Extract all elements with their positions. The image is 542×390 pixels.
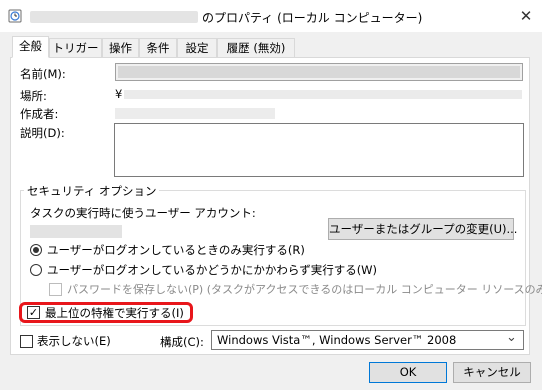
task-clock-icon bbox=[8, 9, 22, 23]
cancel-button[interactable]: キャンセル bbox=[453, 362, 531, 383]
author-label: 作成者: bbox=[20, 107, 59, 121]
name-field-redacted bbox=[118, 66, 520, 78]
highest-privileges-label[interactable]: 最上位の特権で実行する(I) bbox=[45, 305, 184, 321]
location-label: 場所: bbox=[20, 89, 47, 103]
tab-history[interactable]: 履歴 (無効) bbox=[217, 38, 295, 57]
hidden-checkbox[interactable] bbox=[20, 335, 33, 348]
tab-conditions[interactable]: 条件 bbox=[139, 38, 177, 57]
chevron-down-icon: ⌄ bbox=[506, 330, 517, 345]
ok-button[interactable]: OK bbox=[369, 362, 447, 383]
configure-select[interactable]: Windows Vista™, Windows Server™ 2008 ⌄ bbox=[211, 330, 524, 350]
do-not-store-password-checkbox[interactable] bbox=[49, 283, 62, 296]
configure-select-value: Windows Vista™, Windows Server™ 2008 bbox=[217, 333, 457, 347]
tab-actions[interactable]: 操作 bbox=[102, 38, 139, 57]
configure-label: 構成(C): bbox=[160, 335, 204, 349]
change-user-button[interactable]: ユーザーまたはグループの変更(U)... bbox=[328, 218, 517, 240]
description-label: 説明(D): bbox=[20, 126, 65, 140]
account-redacted bbox=[30, 225, 122, 238]
account-prompt: タスクの実行時に使うユーザー アカウント: bbox=[30, 206, 256, 220]
tab-settings[interactable]: 設定 bbox=[177, 38, 217, 57]
close-icon[interactable]: ✕ bbox=[512, 5, 540, 27]
security-options-label: セキュリティ オプション bbox=[24, 183, 160, 199]
logged-on-only-label[interactable]: ユーザーがログオンしているときのみ実行する(R) bbox=[47, 242, 305, 258]
description-textarea[interactable] bbox=[114, 123, 524, 177]
tab-general[interactable]: 全般 bbox=[12, 36, 49, 58]
run-whether-logged-on-radio[interactable] bbox=[30, 264, 42, 276]
do-not-store-password-label: パスワードを保存しない(P) (タスクがアクセスできるのはローカル コンピュータ… bbox=[67, 283, 542, 296]
location-redacted bbox=[124, 90, 522, 99]
window-title: のプロパティ (ローカル コンピューター) bbox=[202, 11, 423, 25]
tab-triggers[interactable]: トリガー bbox=[49, 38, 102, 57]
name-label: 名前(M): bbox=[20, 67, 66, 81]
task-name-redacted bbox=[30, 11, 198, 23]
author-redacted bbox=[115, 108, 275, 119]
hidden-label[interactable]: 表示しない(E) bbox=[37, 333, 111, 349]
location-value: ¥ bbox=[115, 87, 123, 101]
logged-on-only-radio[interactable] bbox=[30, 244, 42, 256]
run-whether-logged-on-label[interactable]: ユーザーがログオンしているかどうかにかかわらず実行する(W) bbox=[47, 262, 377, 278]
